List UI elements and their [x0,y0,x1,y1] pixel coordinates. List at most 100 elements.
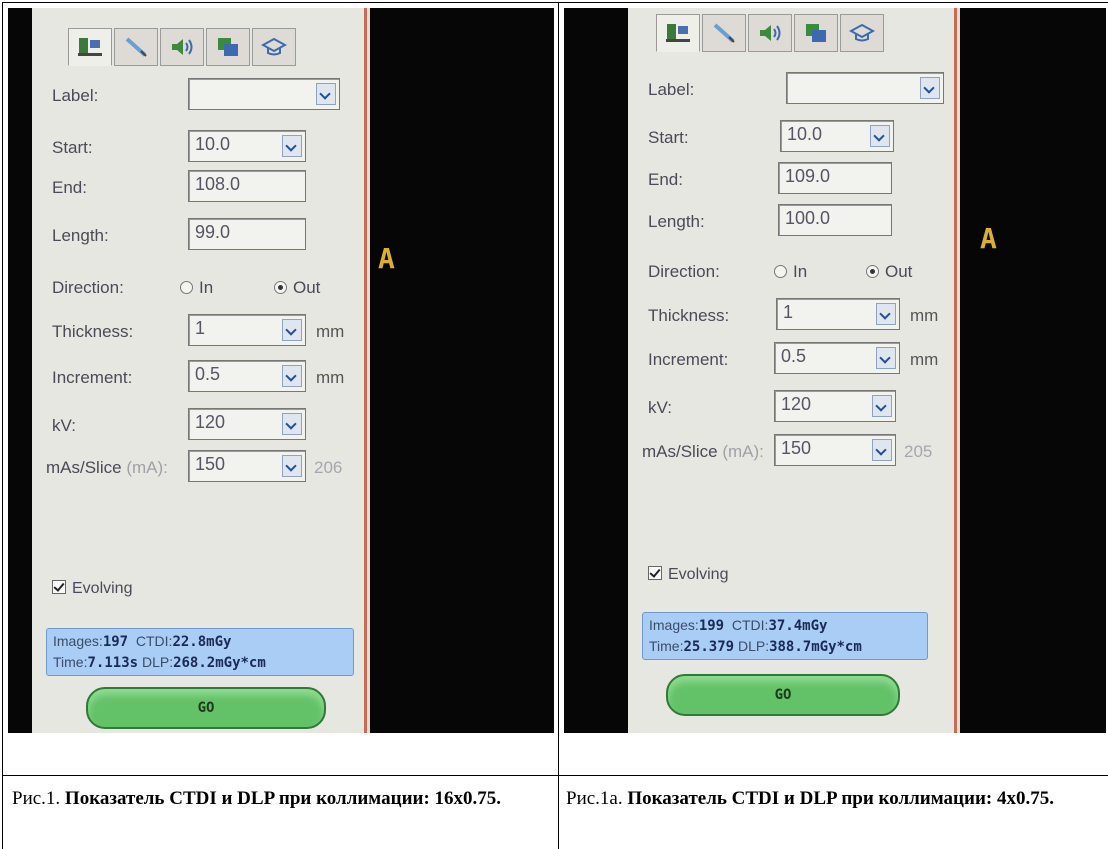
dose-summary: Images:199 CTDI:37.4mGy Time:25.379 DLP:… [642,612,928,660]
stats-line-1: Images:199 CTDI:37.4mGy [649,617,828,634]
start-row: Start: 10.0 [32,130,364,164]
screenshot-photo-2: Label: Start: 10.0 End: 109.0 Length: 10… [564,8,1106,733]
scan-settings-icon [78,38,102,56]
chevron-down-icon[interactable] [282,365,302,387]
table-border-top [2,2,1108,3]
length-value: 100.0 [785,208,831,228]
direction-row: Direction: In Out [628,254,954,288]
tab-scan-settings[interactable] [656,14,700,52]
direction-in-radio[interactable]: In [180,278,213,298]
chevron-down-icon[interactable] [870,125,890,147]
mas-select[interactable]: 150 [188,450,306,482]
increment-value: 0.5 [781,346,807,366]
kv-label: kV: [52,416,76,435]
thickness-value: 1 [783,302,794,322]
increment-select[interactable]: 0.5 [774,342,900,374]
go-button[interactable]: GO [86,687,326,729]
tab-scan-settings[interactable] [68,28,112,66]
orientation-marker: A [378,242,395,275]
end-value: 108.0 [195,174,241,194]
caption-text: Показатель CTDI и DLP при коллимации: 4x… [627,788,1054,809]
injector-icon [713,23,735,43]
chevron-down-icon[interactable] [282,319,302,341]
end-label: End: [52,178,87,197]
chevron-down-icon[interactable] [282,413,302,435]
tab-training[interactable] [252,28,296,66]
thickness-label: Thickness: [648,306,730,325]
training-icon [261,37,287,56]
screenshot-photo-1: Label: Start: 10.0 End: 108.0 Length: 99… [8,8,554,733]
go-button[interactable]: GO [666,674,900,716]
start-select[interactable]: 10.0 [780,120,894,152]
chevron-down-icon[interactable] [872,439,892,461]
audio-icon [172,39,193,55]
end-field[interactable]: 109.0 [778,162,892,194]
increment-select[interactable]: 0.5 [188,360,306,392]
end-field[interactable]: 108.0 [188,170,306,202]
start-label: Start: [52,138,93,157]
label-label: Label: [648,80,695,99]
chevron-down-icon[interactable] [876,303,896,325]
direction-out-label: Out [293,278,321,297]
thickness-row: Thickness: 1 mm [32,314,364,348]
mas-label: mAs/Slice (mA): [46,458,168,477]
end-label: End: [648,170,683,189]
kv-select[interactable]: 120 [188,408,306,440]
scan-settings-icon [666,24,690,42]
evolving-label: Evolving [668,566,729,583]
start-row: Start: 10.0 [628,120,954,154]
length-field[interactable]: 99.0 [188,218,306,250]
chevron-down-icon[interactable] [876,347,896,369]
tab-training[interactable] [840,14,884,52]
label-row: Label: [32,78,364,112]
evolving-checkbox[interactable]: Evolving [52,580,132,598]
tab-injector[interactable] [702,14,746,52]
direction-out-radio[interactable]: Out [274,278,320,298]
direction-in-radio[interactable]: In [774,262,807,282]
table-border-left [2,2,3,849]
mas-label: mAs/Slice (mA): [642,442,764,461]
mas-row: mAs/Slice (mA): 150 206 [32,450,364,484]
thickness-select[interactable]: 1 [776,298,900,330]
kv-value: 120 [781,394,812,414]
direction-label: Direction: [648,262,720,281]
training-icon [849,23,875,42]
increment-label: Increment: [648,350,729,369]
start-select[interactable]: 10.0 [188,130,306,162]
tab-recon[interactable] [206,28,250,66]
chevron-down-icon[interactable] [282,455,302,477]
label-select[interactable] [188,78,340,110]
table-divider-row [2,775,1108,776]
tab-audio[interactable] [748,14,792,52]
mas-value: 150 [781,438,812,458]
evolving-checkbox[interactable]: Evolving [648,566,728,584]
thickness-row: Thickness: 1 mm [628,298,954,332]
direction-label: Direction: [52,278,124,297]
thickness-unit: mm [316,322,345,341]
tab-bar [656,14,886,52]
mas-effective-value: 206 [314,458,343,477]
caption-prefix: Рис.1а. [566,788,623,809]
thickness-label: Thickness: [52,322,134,341]
stats-line-1: Images:197 CTDI:22.8mGy [53,633,232,650]
length-field[interactable]: 100.0 [778,204,892,236]
chevron-down-icon[interactable] [316,83,336,105]
stats-line-2: Time:7.113s DLP:268.2mGy*cm [53,654,266,671]
kv-select[interactable]: 120 [774,390,896,422]
orientation-marker: A [980,222,997,255]
tab-recon[interactable] [794,14,838,52]
tab-audio[interactable] [160,28,204,66]
direction-row: Direction: In Out [32,270,364,304]
kv-value: 120 [195,412,226,432]
thickness-select[interactable]: 1 [188,314,306,346]
label-select[interactable] [786,72,944,104]
chevron-down-icon[interactable] [282,135,302,157]
tab-bar [68,28,298,66]
audio-icon [760,25,781,41]
scan-settings-panel: Label: Start: 10.0 End: 109.0 Length: 10… [628,8,960,733]
tab-injector[interactable] [114,28,158,66]
chevron-down-icon[interactable] [920,77,940,99]
mas-select[interactable]: 150 [774,434,896,466]
chevron-down-icon[interactable] [872,395,892,417]
direction-out-radio[interactable]: Out [866,262,912,282]
